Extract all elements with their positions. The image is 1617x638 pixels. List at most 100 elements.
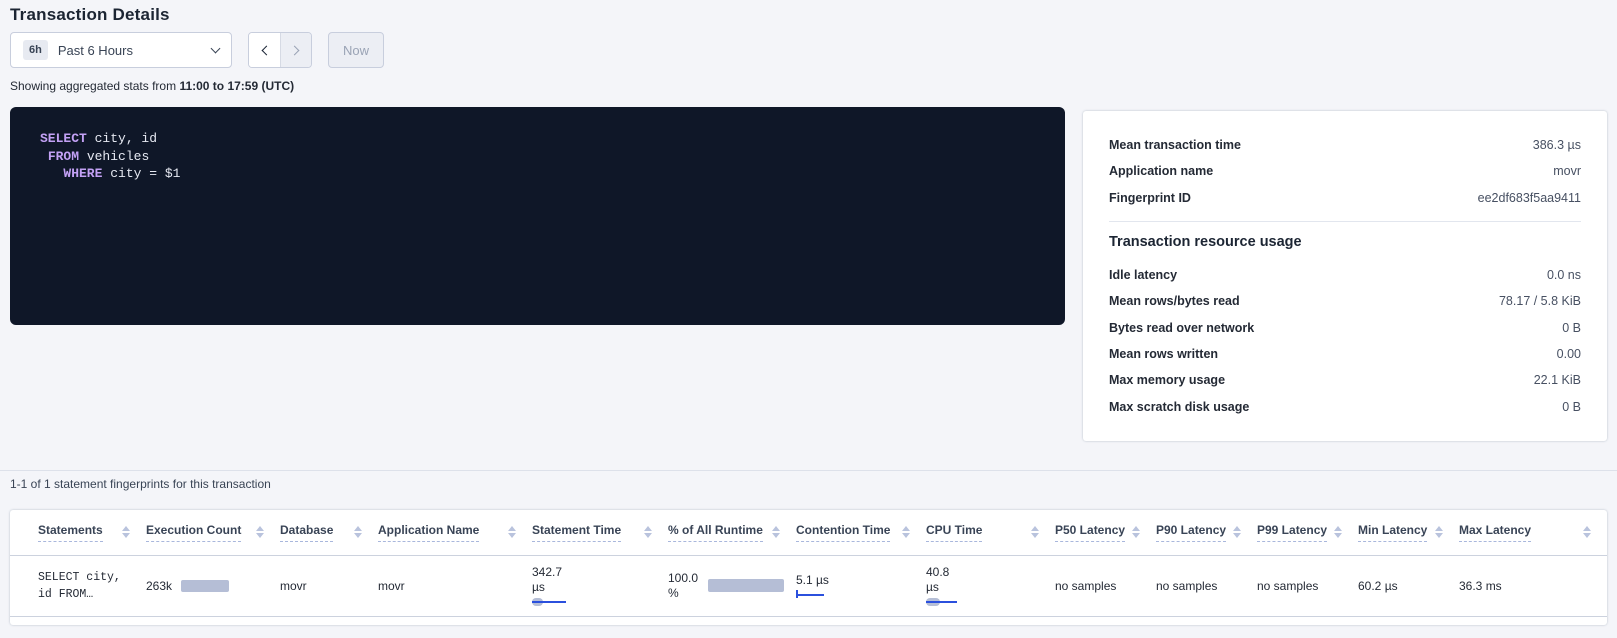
aggregation-summary-prefix: Showing aggregated stats from — [10, 79, 179, 93]
column-header-statements[interactable]: Statements — [10, 510, 146, 555]
sort-icon — [1583, 526, 1591, 538]
runtime-bar — [708, 579, 784, 592]
chevron-down-icon — [211, 43, 221, 53]
column-header-application-name[interactable]: Application Name — [378, 510, 532, 555]
sql-line: FROM vehicles — [40, 148, 1045, 166]
cell-p50-latency: no samples — [1055, 555, 1156, 616]
aggregation-summary-range: 11:00 to 17:59 (UTC) — [179, 79, 294, 93]
resource-label: Max scratch disk usage — [1109, 400, 1249, 414]
column-header-database[interactable]: Database — [280, 510, 378, 555]
resource-row-bytes-read-over-network: Bytes read over network 0 B — [1109, 314, 1581, 340]
time-range-label: Past 6 Hours — [58, 43, 212, 58]
sort-icon — [354, 526, 362, 538]
cell-p90-latency: no samples — [1156, 555, 1257, 616]
resource-row-max-memory-usage: Max memory usage 22.1 KiB — [1109, 367, 1581, 393]
aggregation-summary: Showing aggregated stats from 11:00 to 1… — [10, 79, 294, 93]
detail-label: Mean transaction time — [1109, 138, 1241, 152]
resource-row-mean-rows-written: Mean rows written 0.00 — [1109, 341, 1581, 367]
sort-icon — [772, 526, 780, 538]
column-header-contention-time[interactable]: Contention Time — [796, 510, 926, 555]
execution-count-value: 263k — [146, 579, 172, 593]
resource-value: 0.0 ns — [1547, 268, 1581, 282]
sort-icon — [1132, 526, 1140, 538]
cell-contention-time: 5.1 µs — [796, 555, 926, 616]
column-header-execution-count[interactable]: Execution Count — [146, 510, 280, 555]
statement-link[interactable]: SELECT city,id FROM… — [38, 569, 136, 603]
resource-value: 22.1 KiB — [1534, 373, 1581, 387]
statement-time-bar — [532, 598, 658, 607]
cpu-time-unit: µs — [926, 580, 1045, 595]
detail-row-application-name: Application name movr — [1109, 158, 1581, 184]
sort-icon — [1435, 526, 1443, 538]
cell-min-latency: 60.2 µs — [1358, 555, 1459, 616]
column-header-runtime-pct[interactable]: % of All Runtime — [668, 510, 796, 555]
sort-icon — [122, 526, 130, 538]
column-header-p50-latency[interactable]: P50 Latency — [1055, 510, 1156, 555]
cell-application-name: movr — [378, 555, 532, 616]
detail-label: Application name — [1109, 164, 1213, 178]
execution-count-bar — [181, 580, 229, 592]
column-header-cpu-time[interactable]: CPU Time — [926, 510, 1055, 555]
page-title: Transaction Details — [10, 5, 170, 25]
chevron-left-icon — [261, 45, 271, 55]
detail-value: ee2df683f5aa9411 — [1478, 191, 1581, 205]
column-header-p90-latency[interactable]: P90 Latency — [1156, 510, 1257, 555]
time-controls: 6h Past 6 Hours Now — [10, 32, 384, 68]
cell-runtime-pct: 100.0% — [668, 555, 796, 616]
sort-icon — [1233, 526, 1241, 538]
now-button[interactable]: Now — [328, 32, 384, 68]
detail-value: movr — [1553, 164, 1581, 178]
sql-line: WHERE city = $1 — [40, 165, 1045, 183]
resource-label: Mean rows/bytes read — [1109, 294, 1240, 308]
statement-time-value: 342.7 — [532, 565, 658, 580]
time-interval-arrows — [248, 32, 312, 68]
cell-database: movr — [280, 555, 378, 616]
sort-icon — [256, 526, 264, 538]
prev-interval-button[interactable] — [249, 33, 280, 67]
time-range-picker[interactable]: 6h Past 6 Hours — [10, 32, 232, 68]
runtime-value: 100.0 — [668, 571, 698, 586]
detail-value: 386.3 µs — [1533, 138, 1581, 152]
resource-label: Idle latency — [1109, 268, 1177, 282]
divider — [1109, 221, 1581, 222]
sql-statement-box: SELECT city, id FROM vehicles WHERE city… — [10, 107, 1065, 325]
time-range-badge: 6h — [23, 40, 48, 60]
sort-icon — [508, 526, 516, 538]
detail-label: Fingerprint ID — [1109, 191, 1191, 205]
sort-icon — [644, 526, 652, 538]
resource-value: 78.17 / 5.8 KiB — [1499, 294, 1581, 308]
table-header-row: Statements Execution Count Database Appl… — [10, 510, 1607, 555]
cell-statements[interactable]: SELECT city,id FROM… — [10, 555, 146, 616]
transaction-details-card: Mean transaction time 386.3 µs Applicati… — [1083, 111, 1607, 441]
column-header-statement-time[interactable]: Statement Time — [532, 510, 668, 555]
cpu-time-bar — [926, 598, 1045, 607]
resource-row-max-scratch-disk-usage: Max scratch disk usage 0 B — [1109, 393, 1581, 419]
cell-p99-latency: no samples — [1257, 555, 1358, 616]
runtime-unit: % — [668, 586, 698, 601]
cpu-time-value: 40.8 — [926, 565, 1045, 580]
resource-value: 0.00 — [1557, 347, 1581, 361]
resource-label: Bytes read over network — [1109, 321, 1254, 335]
column-header-max-latency[interactable]: Max Latency — [1459, 510, 1607, 555]
cell-execution-count: 263k — [146, 555, 280, 616]
detail-row-fingerprint-id: Fingerprint ID ee2df683f5aa9411 — [1109, 185, 1581, 211]
next-interval-button[interactable] — [280, 33, 311, 67]
cell-cpu-time: 40.8µs — [926, 555, 1055, 616]
statements-table-card: Statements Execution Count Database Appl… — [10, 510, 1607, 625]
statement-time-unit: µs — [532, 580, 658, 595]
resource-value: 0 B — [1562, 321, 1581, 335]
sort-icon — [902, 526, 910, 538]
column-header-p99-latency[interactable]: P99 Latency — [1257, 510, 1358, 555]
resource-row-mean-rows-bytes-read: Mean rows/bytes read 78.17 / 5.8 KiB — [1109, 288, 1581, 314]
resource-value: 0 B — [1562, 400, 1581, 414]
divider — [0, 470, 1617, 471]
detail-row-mean-transaction-time: Mean transaction time 386.3 µs — [1109, 132, 1581, 158]
sort-icon — [1031, 526, 1039, 538]
resource-label: Mean rows written — [1109, 347, 1218, 361]
sort-icon — [1334, 526, 1342, 538]
statements-count-text: 1-1 of 1 statement fingerprints for this… — [10, 477, 271, 491]
cell-statement-time: 342.7µs — [532, 555, 668, 616]
cell-max-latency: 36.3 ms — [1459, 555, 1607, 616]
chevron-right-icon — [290, 45, 300, 55]
column-header-min-latency[interactable]: Min Latency — [1358, 510, 1459, 555]
